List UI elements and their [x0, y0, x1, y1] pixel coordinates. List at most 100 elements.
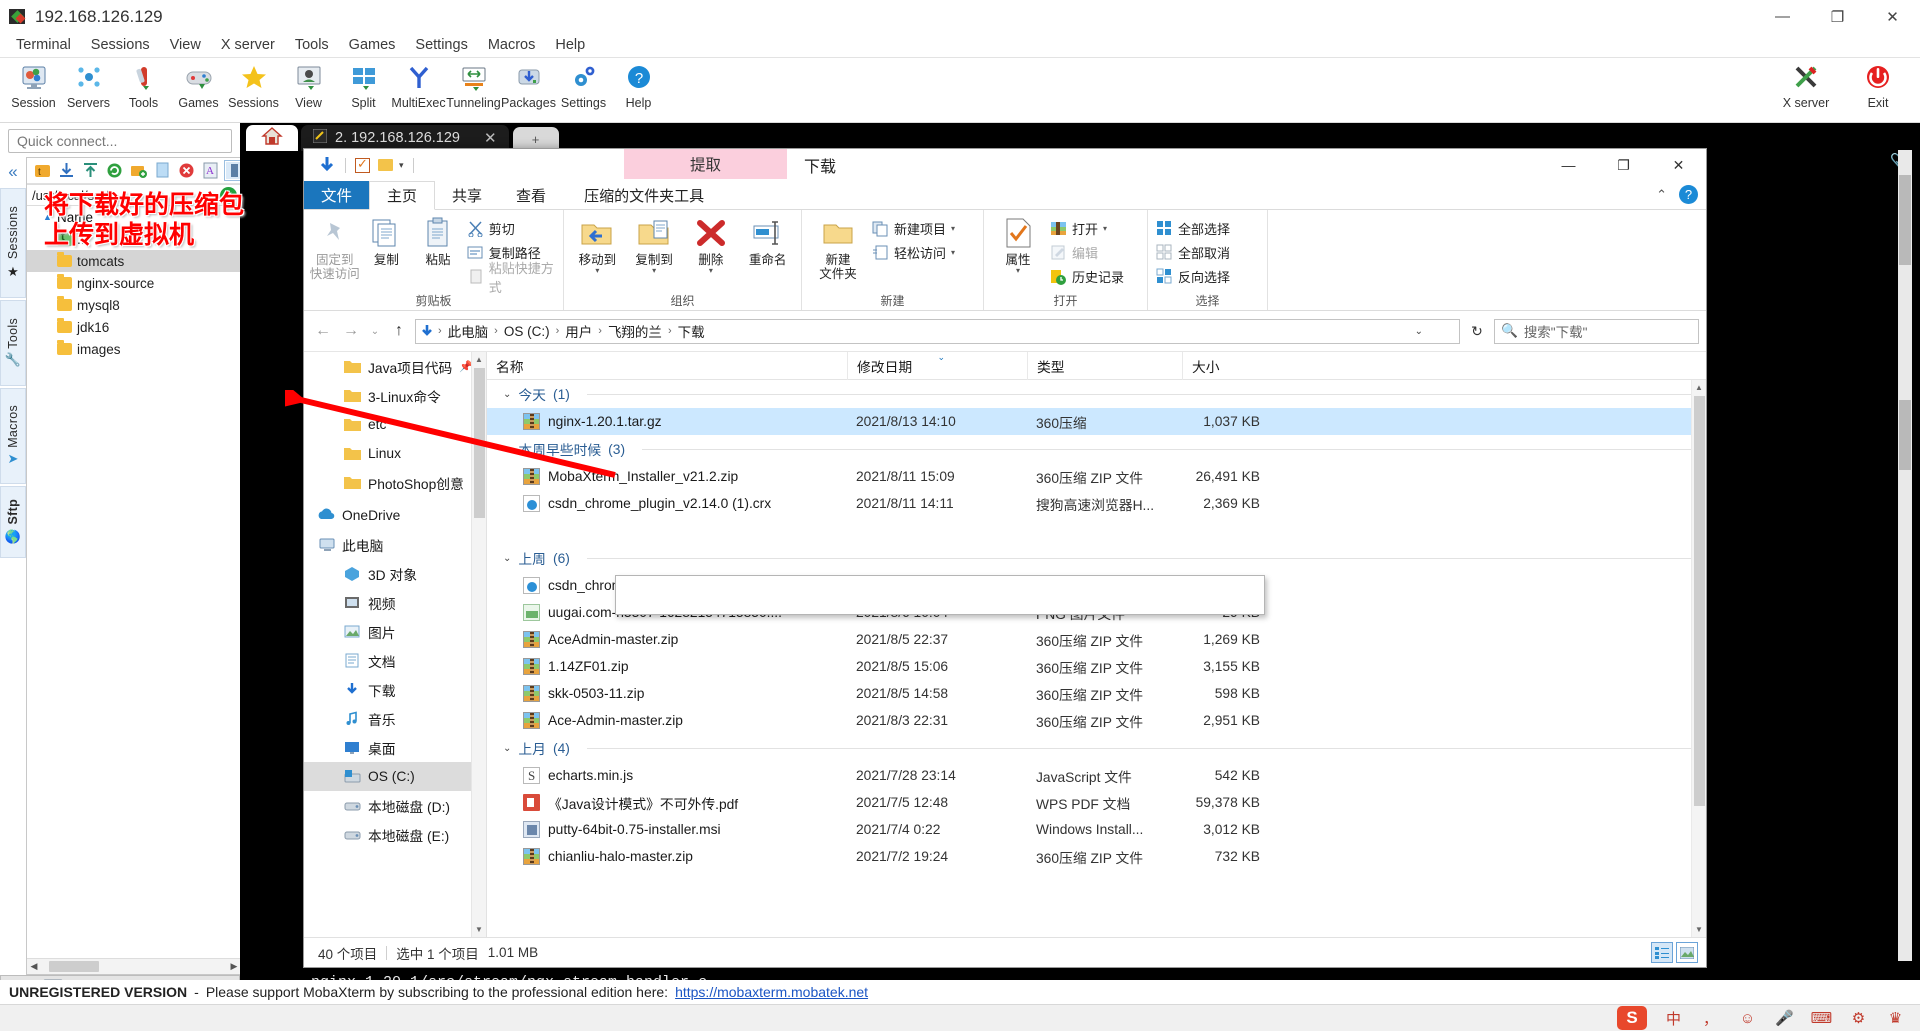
- chevron-down-icon[interactable]: ▾: [1016, 267, 1020, 275]
- filelist-scrollbar[interactable]: ▲ ▼: [1691, 380, 1706, 937]
- home-tab[interactable]: [246, 125, 298, 151]
- toolbar-games[interactable]: Games: [171, 58, 226, 110]
- terminal-scrollbar[interactable]: [1898, 150, 1912, 961]
- breadcrumb-os-c[interactable]: OS (C:): [502, 324, 552, 339]
- scrollbar-thumb-lower[interactable]: [1899, 400, 1911, 470]
- skin-icon[interactable]: ♛: [1885, 1008, 1906, 1029]
- tab-view[interactable]: 查看: [499, 181, 563, 209]
- breadcrumb-users[interactable]: 用户: [563, 321, 594, 341]
- download-icon[interactable]: [318, 156, 336, 174]
- tab-share[interactable]: 共享: [435, 181, 499, 209]
- group-header-earlier-this-week[interactable]: ⌄ 本周早些时候 (3): [487, 435, 1706, 463]
- scroll-down-icon[interactable]: ▼: [472, 922, 486, 937]
- sftp-row-jdk16[interactable]: jdk16: [27, 316, 243, 338]
- properties-button[interactable]: 属性 ▾: [989, 213, 1047, 291]
- thumbnail-view-icon[interactable]: [1676, 942, 1698, 963]
- chevron-down-icon[interactable]: ▾: [709, 267, 713, 275]
- download-icon[interactable]: [58, 162, 75, 179]
- table-row[interactable]: chianliu-halo-master.zip 2021/7/2 19:24 …: [487, 843, 1706, 870]
- chevron-down-icon[interactable]: ⌄: [503, 444, 511, 455]
- vtab-sessions[interactable]: Sessions ★: [0, 188, 26, 298]
- nav-item-etc[interactable]: etc: [304, 410, 486, 439]
- menu-tools[interactable]: Tools: [285, 35, 339, 55]
- chevron-up-icon[interactable]: ⌃: [1656, 187, 1667, 203]
- toolbar-split[interactable]: Split: [336, 58, 391, 110]
- table-row[interactable]: Ace-Admin-master.zip 2021/8/3 22:31 360压…: [487, 707, 1706, 734]
- mobaxterm-link[interactable]: https://mobaxterm.mobatek.net: [675, 984, 868, 1000]
- nav-item-desktop[interactable]: 桌面: [304, 733, 486, 762]
- refresh-icon[interactable]: [106, 162, 123, 179]
- new-item-button[interactable]: 新建项目 ▾: [869, 218, 958, 239]
- table-row[interactable]: 1.14ZF01.zip 2021/8/5 15:06 360压缩 ZIP 文件…: [487, 653, 1706, 680]
- chevron-down-icon[interactable]: ▾: [951, 224, 955, 233]
- move-to-button[interactable]: 移动到 ▾: [569, 213, 626, 291]
- toolbar-help[interactable]: ? Help: [611, 58, 666, 110]
- menu-sessions[interactable]: Sessions: [81, 35, 160, 55]
- ime-chinese-icon[interactable]: 中: [1663, 1008, 1684, 1029]
- toolbar-view[interactable]: View: [281, 58, 336, 110]
- scrollbar-thumb[interactable]: [49, 961, 99, 972]
- mic-icon[interactable]: 🎤: [1774, 1008, 1795, 1029]
- tab-file[interactable]: 文件: [304, 181, 370, 209]
- emoji-icon[interactable]: ☺: [1737, 1008, 1758, 1029]
- sftp-horizontal-scrollbar[interactable]: ◀ ▶: [27, 958, 243, 974]
- cut-button[interactable]: 剪切: [464, 218, 558, 239]
- column-header-type[interactable]: 类型: [1027, 352, 1182, 380]
- breadcrumb-this-pc[interactable]: 此电脑: [446, 321, 491, 341]
- group-header-today[interactable]: ⌄ 今天 (1): [487, 380, 1706, 408]
- navigation-pane[interactable]: Java项目代码 📌 3-Linux命令 etc Linux PhotoShop…: [304, 352, 487, 937]
- menu-settings[interactable]: Settings: [405, 35, 477, 55]
- nav-item-os-c[interactable]: OS (C:): [304, 762, 486, 791]
- keyboard-icon[interactable]: ⌨: [1811, 1008, 1833, 1029]
- toolbar-settings[interactable]: Settings: [556, 58, 611, 110]
- scroll-up-icon[interactable]: ▲: [472, 352, 486, 367]
- edit-button[interactable]: 编辑: [1047, 242, 1127, 263]
- copy-to-button[interactable]: 复制到 ▾: [626, 213, 683, 291]
- pin-to-quick-access-button[interactable]: 固定到 快速访问: [309, 213, 361, 291]
- sftp-row-tomcats[interactable]: tomcats: [27, 250, 243, 272]
- tab-home[interactable]: 主页: [369, 181, 436, 210]
- toolbar-session[interactable]: Session: [6, 58, 61, 110]
- toolbar-xserver[interactable]: X server: [1770, 58, 1842, 110]
- scroll-up-icon[interactable]: ▲: [1692, 380, 1706, 395]
- details-view-icon[interactable]: [1651, 942, 1673, 963]
- collapse-panel-icon[interactable]: «: [8, 162, 17, 182]
- breadcrumb-user[interactable]: 飞翔的兰: [606, 321, 664, 341]
- nav-item-3-linux[interactable]: 3-Linux命令: [304, 381, 486, 410]
- chevron-down-icon[interactable]: ⌄: [503, 743, 511, 754]
- explorer-minimize-button[interactable]: —: [1541, 149, 1596, 181]
- table-row[interactable]: putty-64bit-0.75-installer.msi 2021/7/4 …: [487, 816, 1706, 843]
- group-header-last-month[interactable]: ⌄ 上月 (4): [487, 734, 1706, 762]
- new-folder-button[interactable]: 新建 文件夹: [807, 213, 869, 291]
- open-button[interactable]: 打开 ▾: [1047, 218, 1127, 239]
- nav-item-downloads[interactable]: 下载: [304, 675, 486, 704]
- column-header-size[interactable]: 大小: [1182, 352, 1270, 380]
- scrollbar-thumb[interactable]: [1694, 396, 1705, 806]
- menu-games[interactable]: Games: [339, 35, 406, 55]
- sftp-row-nginx-source[interactable]: nginx-source: [27, 272, 243, 294]
- ime-punct-icon[interactable]: ，: [1700, 1008, 1721, 1029]
- toolbar-multiexec[interactable]: MultiExec: [391, 58, 446, 110]
- chevron-down-icon[interactable]: ▾: [652, 267, 656, 275]
- table-row[interactable]: MobaXterm_Installer_v21.2.zip 2021/8/11 …: [487, 463, 1706, 490]
- menu-terminal[interactable]: Terminal: [6, 35, 81, 55]
- toolbar-sessions[interactable]: Sessions: [226, 58, 281, 110]
- nav-item-music[interactable]: 音乐: [304, 704, 486, 733]
- rename-button[interactable]: 重命名: [739, 213, 796, 291]
- recent-locations-button[interactable]: ⌄: [367, 319, 383, 343]
- address-bar[interactable]: › 此电脑 › OS (C:) › 用户 › 飞翔的兰 › 下载 ⌄: [415, 318, 1460, 344]
- upload-icon[interactable]: [82, 162, 99, 179]
- new-file-icon[interactable]: [154, 162, 171, 179]
- tab-compressed-folder-tools[interactable]: 压缩的文件夹工具: [567, 181, 721, 209]
- chevron-down-icon[interactable]: ▾: [1103, 224, 1107, 233]
- chevron-down-icon[interactable]: ▾: [399, 160, 404, 171]
- vtab-tools[interactable]: Tools 🔧: [0, 300, 26, 386]
- sftp-row-images[interactable]: images: [27, 338, 243, 360]
- scroll-left-icon[interactable]: ◀: [27, 961, 41, 972]
- invert-selection-button[interactable]: 反向选择: [1153, 266, 1233, 287]
- toolbar-packages[interactable]: Packages: [501, 58, 556, 110]
- search-box[interactable]: 🔍 搜索"下载": [1494, 318, 1699, 344]
- chevron-down-icon[interactable]: ⌄: [503, 553, 511, 564]
- refresh-button[interactable]: ↻: [1464, 319, 1490, 344]
- up-button[interactable]: ↑: [387, 319, 411, 343]
